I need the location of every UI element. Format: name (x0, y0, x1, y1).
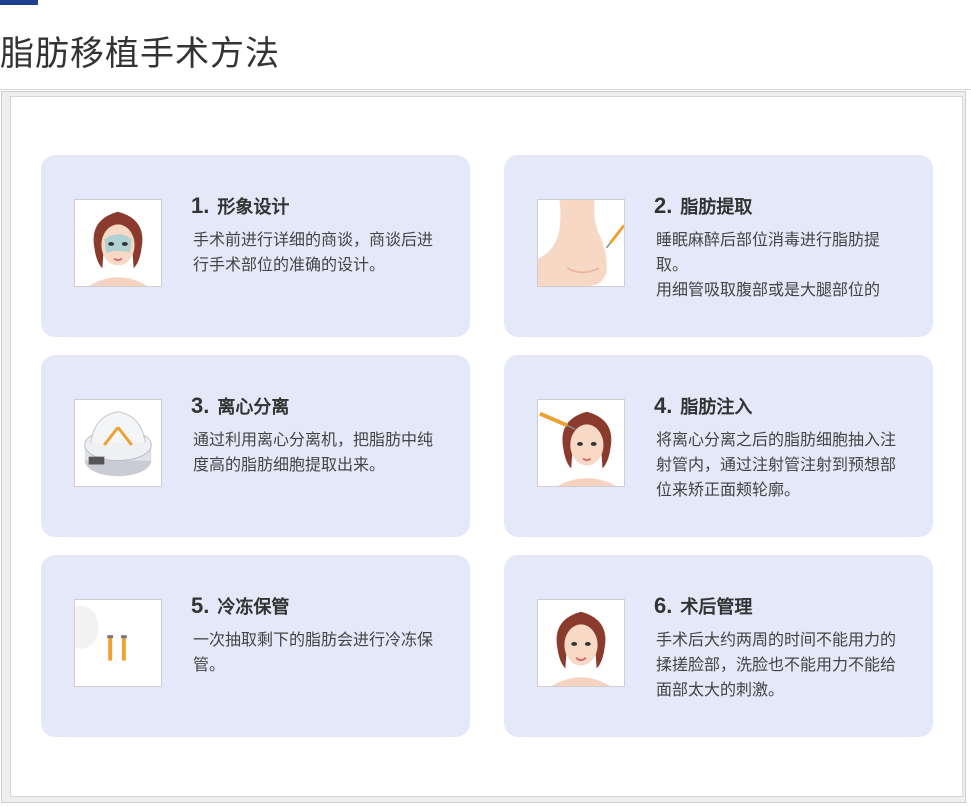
step-number: 4. (654, 393, 673, 418)
step-card-3: 3. 离心分离 通过利用离心分离机，把脂肪中纯度高的脂肪细胞提取出来。 (41, 355, 470, 537)
step-card-4: 4. 脂肪注入 将离心分离之后的脂肪细胞抽入注射管内，通过注射管注射到预想部位来… (504, 355, 933, 537)
step-card-1: 1. 形象设计 手术前进行详细的商谈，商谈后进行手术部位的准确的设计。 (41, 155, 470, 337)
step-description-text: 睡眠麻醉后部位消毒进行脂肪提取。 (656, 230, 881, 274)
step-title: 术后管理 (680, 597, 753, 618)
step-title: 脂肪提取 (680, 197, 753, 218)
face-mask-icon (74, 199, 162, 287)
step-title: 冷冻保管 (217, 597, 290, 618)
vials-icon (74, 599, 162, 687)
content-frame: 1. 形象设计 手术前进行详细的商谈，商谈后进行手术部位的准确的设计。 2. 脂… (1, 91, 966, 803)
step-description-text: 将离心分离之后的脂肪细胞抽入注射管内，通过注射管注射到预想部位来矫正面颊轮廓。 (656, 430, 897, 499)
step-heading: 4. 脂肪注入 (654, 393, 752, 419)
steps-panel: 1. 形象设计 手术前进行详细的商谈，商谈后进行手术部位的准确的设计。 2. 脂… (10, 96, 963, 797)
face-injection-icon (537, 399, 625, 487)
step-heading: 3. 离心分离 (191, 393, 289, 419)
step-description: 睡眠麻醉后部位消毒进行脂肪提取。 用细管吸取腹部或是大腿部位的 (656, 227, 904, 302)
face-smile-icon (537, 599, 625, 687)
step-description-text: 一次抽取剩下的脂肪会进行冷冻保管。 (193, 630, 434, 674)
step-number: 6. (654, 593, 673, 618)
step-title: 离心分离 (217, 397, 290, 418)
step-title: 形象设计 (217, 197, 290, 218)
step-number: 3. (191, 393, 210, 418)
step-description-text: 用细管吸取腹部或是大腿部位的 (656, 280, 881, 299)
step-description: 手术前进行详细的商谈，商谈后进行手术部位的准确的设计。 (193, 227, 441, 277)
step-description: 一次抽取剩下的脂肪会进行冷冻保管。 (193, 627, 441, 677)
step-description-text: 手术前进行详细的商谈，商谈后进行手术部位的准确的设计。 (193, 230, 434, 274)
step-number: 2. (654, 193, 673, 218)
step-description: 将离心分离之后的脂肪细胞抽入注射管内，通过注射管注射到预想部位来矫正面颊轮廓。 (656, 427, 904, 502)
step-description: 通过利用离心分离机，把脂肪中纯度高的脂肪细胞提取出来。 (193, 427, 441, 477)
centrifuge-icon (74, 399, 162, 487)
title-divider (0, 89, 971, 90)
step-card-6: 6. 术后管理 手术后大约两周的时间不能用力的揉搓脸部，洗脸也不能用力不能给面部… (504, 555, 933, 737)
step-heading: 5. 冷冻保管 (191, 593, 289, 619)
accent-bar (0, 0, 38, 5)
step-number: 5. (191, 593, 210, 618)
step-description-text: 通过利用离心分离机，把脂肪中纯度高的脂肪细胞提取出来。 (193, 430, 434, 474)
step-card-5: 5. 冷冻保管 一次抽取剩下的脂肪会进行冷冻保管。 (41, 555, 470, 737)
step-number: 1. (191, 193, 210, 218)
step-description: 手术后大约两周的时间不能用力的揉搓脸部，洗脸也不能用力不能给面部太大的刺激。 (656, 627, 904, 702)
step-description-text: 手术后大约两周的时间不能用力的揉搓脸部，洗脸也不能用力不能给面部太大的刺激。 (656, 630, 897, 699)
step-heading: 2. 脂肪提取 (654, 193, 752, 219)
step-title: 脂肪注入 (680, 397, 753, 418)
body-syringe-icon (537, 199, 625, 287)
step-heading: 1. 形象设计 (191, 193, 289, 219)
page-title: 脂肪移植手术方法 (0, 34, 280, 74)
step-heading: 6. 术后管理 (654, 593, 752, 619)
step-card-2: 2. 脂肪提取 睡眠麻醉后部位消毒进行脂肪提取。 用细管吸取腹部或是大腿部位的 (504, 155, 933, 337)
